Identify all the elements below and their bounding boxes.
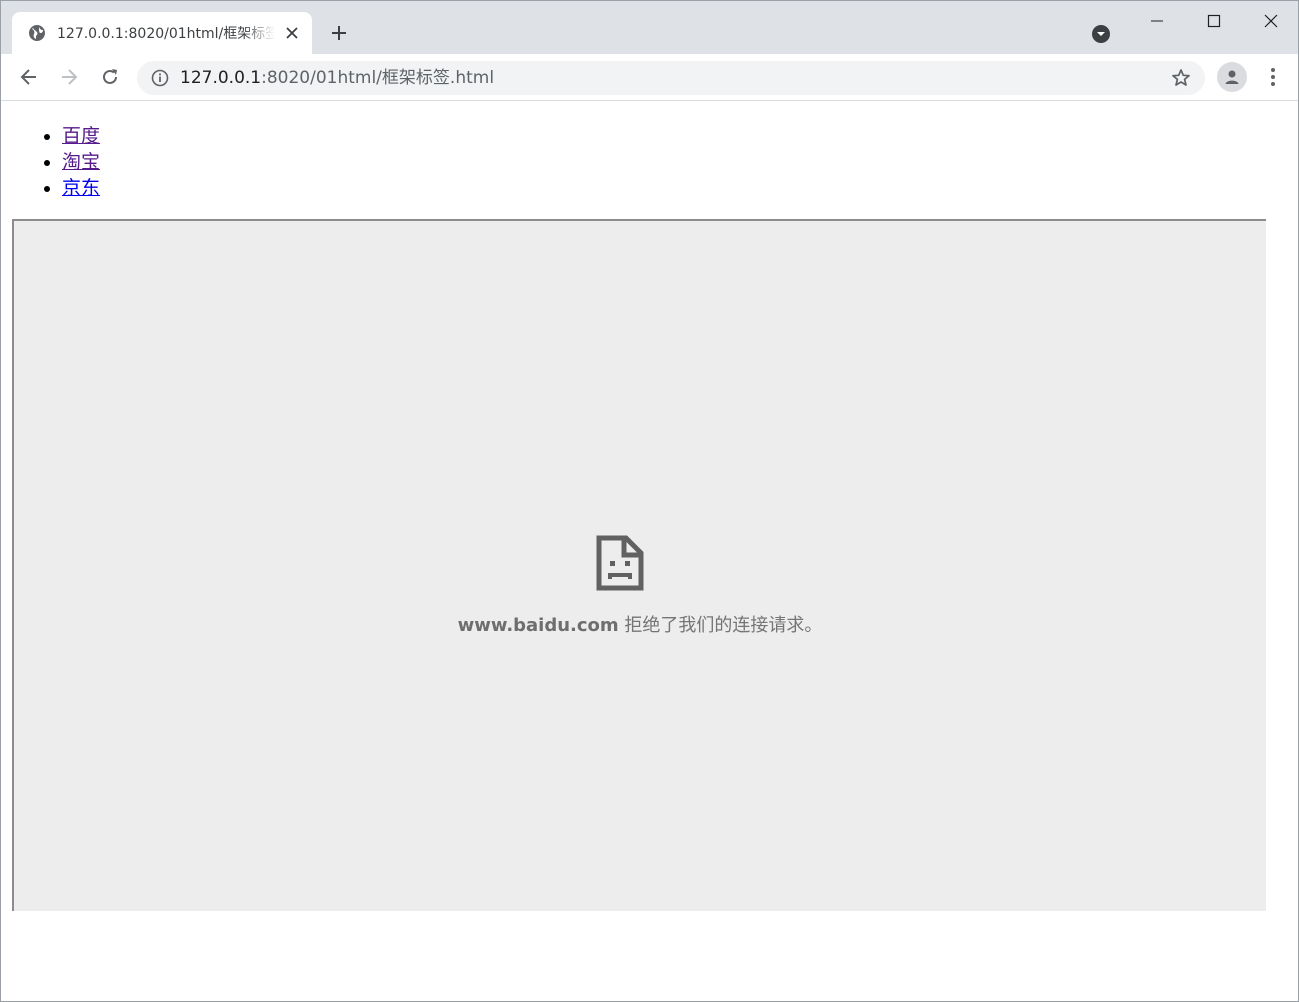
address-bar[interactable]: 127.0.0.1:8020/01html/框架标签.html: [137, 61, 1205, 95]
link-taobao[interactable]: 淘宝: [62, 151, 100, 173]
toolbar: 127.0.0.1:8020/01html/框架标签.html: [1, 54, 1298, 101]
arrow-left-icon[interactable]: [15, 63, 43, 91]
arrow-right-icon[interactable]: [55, 63, 83, 91]
active-tab[interactable]: 127.0.0.1:8020/01html/框架标签.html: [12, 12, 312, 54]
minimize-icon[interactable]: [1142, 7, 1172, 35]
maximize-icon[interactable]: [1199, 7, 1229, 35]
link-baidu[interactable]: 百度: [62, 125, 100, 147]
browser-window: 127.0.0.1:8020/01html/框架标签.html: [0, 0, 1299, 1002]
info-icon[interactable]: [151, 69, 169, 87]
reload-icon[interactable]: [96, 63, 124, 91]
plus-icon[interactable]: [327, 21, 351, 45]
close-icon[interactable]: [1256, 7, 1286, 35]
close-icon[interactable]: [282, 23, 302, 43]
list-item: 淘宝: [62, 149, 100, 175]
star-icon[interactable]: [1171, 68, 1191, 88]
link-list: 百度 淘宝 京东: [22, 123, 100, 201]
error-host: www.baidu.com: [457, 615, 619, 636]
link-jd[interactable]: 京东: [62, 177, 100, 199]
page-content: 百度 淘宝 京东 www.baidu.com 拒绝了我们的连接请求。: [1, 101, 1298, 1001]
tab-strip: 127.0.0.1:8020/01html/框架标签.html: [1, 1, 1298, 54]
error-text: 拒绝了我们的连接请求。: [618, 615, 823, 636]
sad-document-icon: [596, 535, 644, 591]
url-text: 127.0.0.1:8020/01html/框架标签.html: [180, 67, 494, 89]
error-message: www.baidu.com 拒绝了我们的连接请求。: [14, 611, 1266, 637]
person-icon[interactable]: [1217, 62, 1247, 92]
url-path: :8020/01html/框架标签.html: [261, 68, 495, 88]
list-item: 百度: [62, 123, 100, 149]
globe-icon: [28, 24, 46, 42]
kebab-menu-icon[interactable]: [1259, 63, 1287, 91]
list-item: 京东: [62, 175, 100, 201]
tab-title: 127.0.0.1:8020/01html/框架标签.html: [57, 26, 275, 42]
url-host: 127.0.0.1: [180, 68, 262, 88]
tab-search-icon[interactable]: [1090, 23, 1112, 45]
iframe: www.baidu.com 拒绝了我们的连接请求。: [12, 219, 1266, 911]
